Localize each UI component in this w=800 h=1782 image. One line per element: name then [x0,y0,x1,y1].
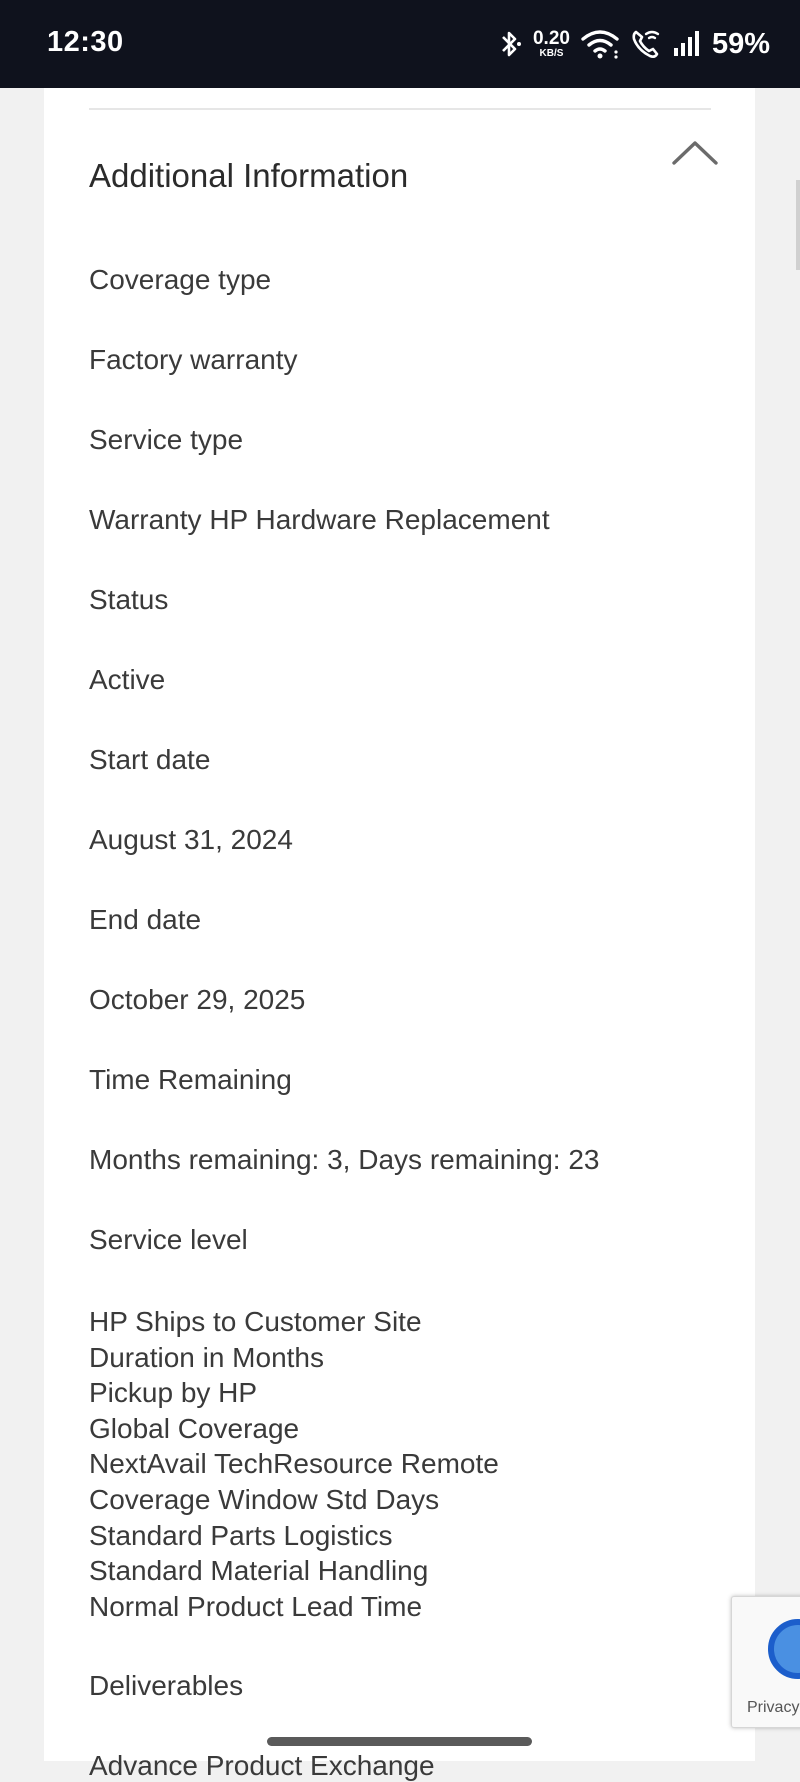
coverage-type-label: Coverage type [89,264,272,295]
scrollbar-thumb[interactable] [796,180,800,270]
section-title: Additional Information [89,157,409,194]
end-date-value: October 29, 2025 [89,984,306,1015]
service-level-item: Standard Material Handling [89,1555,429,1587]
home-indicator[interactable] [267,1737,532,1746]
status-label: Status [89,584,169,615]
coverage-type-value: Factory warranty [89,344,298,375]
collapse-button[interactable] [664,133,726,177]
wifi-icon [580,28,620,60]
service-level-item: Pickup by HP [89,1377,258,1409]
service-level-item: NextAvail TechResource Remote [89,1448,499,1480]
start-date-label: Start date [89,744,211,775]
start-date-value: August 31, 2024 [89,824,293,855]
service-level-list: HP Ships to Customer Site Duration in Mo… [89,1304,499,1624]
status-value: Active [89,664,166,695]
service-type-label: Service type [89,424,244,455]
service-level-item: Duration in Months [89,1341,325,1373]
service-type-value: Warranty HP Hardware Replacement [89,504,550,535]
service-level-item: Normal Product Lead Time [89,1590,423,1622]
wifi-calling-icon [630,28,662,60]
network-speed-unit: KB/S [539,48,564,59]
status-bar: 12:30 0.20 KB/S 59% [0,0,800,88]
end-date-label: End date [89,904,202,935]
recaptcha-privacy-text: Privacy [747,1699,800,1716]
service-level-item: Coverage Window Std Days [89,1483,440,1515]
time-remaining-label: Time Remaining [89,1064,292,1095]
time-remaining-value: Months remaining: 3, Days remaining: 23 [89,1144,600,1175]
divider [89,108,711,110]
chevron-up-icon [671,139,719,172]
battery-level: 59% [711,27,770,60]
deliverables-next-item: Advance Product Exchange [89,1750,435,1781]
service-level-label: Service level [89,1224,248,1255]
recaptcha-badge[interactable]: Privacy [731,1596,800,1728]
signal-icon [672,30,702,58]
network-speed-value: 0.20 [532,28,570,49]
deliverables-label: Deliverables [89,1670,244,1701]
status-time: 12:30 [47,26,124,58]
status-icons: 0.20 KB/S 59% [497,24,770,64]
recaptcha-icon [768,1619,800,1679]
additional-info-card: Additional Information Coverage type Fac… [44,88,755,1781]
service-level-item: Standard Parts Logistics [89,1519,393,1551]
network-speed: 0.20 KB/S [533,29,570,59]
service-level-item: HP Ships to Customer Site [89,1306,422,1337]
service-level-item: Global Coverage [89,1412,300,1444]
bluetooth-icon [497,29,523,59]
